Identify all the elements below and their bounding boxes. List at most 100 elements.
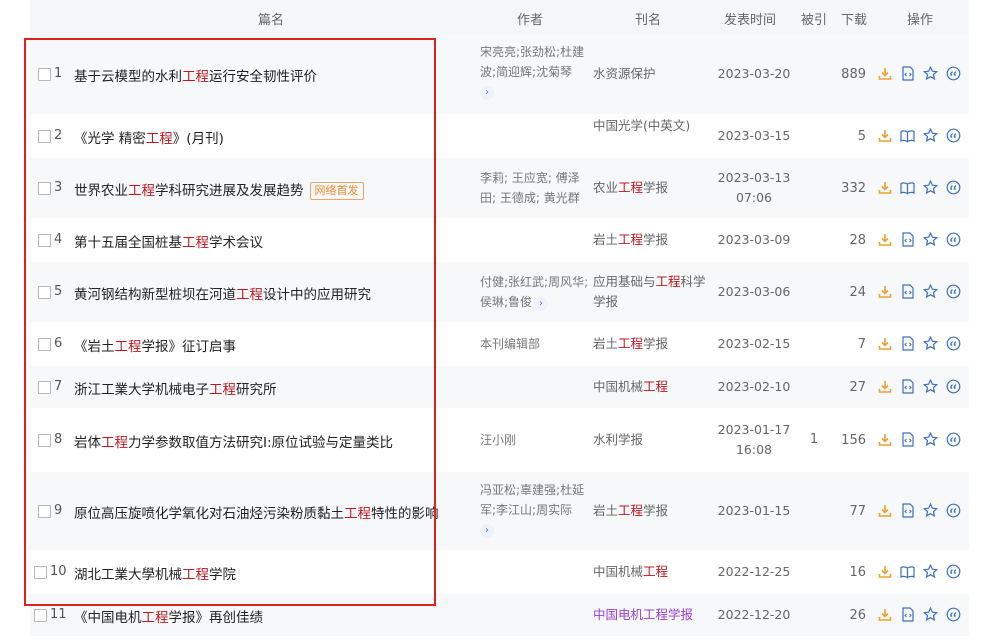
download-icon[interactable]	[876, 563, 893, 580]
html-read-icon[interactable]	[899, 231, 916, 248]
expand-authors-chevron-icon[interactable]: ›	[534, 297, 549, 311]
download-icon[interactable]	[876, 335, 893, 352]
download-icon[interactable]	[876, 65, 893, 82]
author-names[interactable]: 李莉; 王应宽; 傅泽田; 王德成; 黄光群	[480, 171, 580, 205]
cite-quote-icon[interactable]	[945, 431, 962, 448]
journal-link[interactable]: 岩土工程学报	[593, 501, 708, 521]
author-names[interactable]: 本刊编辑部	[480, 337, 540, 351]
html-read-icon[interactable]	[899, 502, 916, 519]
journal-link[interactable]: 中国机械工程	[593, 377, 708, 397]
expand-authors-chevron-icon[interactable]: ›	[480, 86, 494, 100]
table-header: 篇名 作者 刊名 发表时间 被引 下载 操作	[30, 0, 969, 34]
cite-quote-icon[interactable]	[945, 127, 962, 144]
publish-date: 2022-12-20	[716, 605, 792, 625]
article-title-link[interactable]: 《中国电机工程学报》再创佳绩	[74, 606, 263, 626]
favorite-star-icon[interactable]	[922, 65, 939, 82]
journal-link[interactable]: 水利学报	[593, 430, 708, 450]
favorite-star-icon[interactable]	[922, 231, 939, 248]
author-names[interactable]: 宋亮亮;张劲松;杜建波;简迎辉;沈菊琴	[480, 45, 584, 79]
cite-quote-icon[interactable]	[945, 563, 962, 580]
article-title-link[interactable]: 岩体工程力学参数取值方法研究Ⅰ:原位试验与定量类比	[74, 431, 393, 451]
cite-quote-icon[interactable]	[945, 502, 962, 519]
row-checkbox[interactable]	[38, 130, 51, 143]
publish-date: 2023-02-10	[716, 377, 792, 397]
cite-quote-icon[interactable]	[945, 606, 962, 623]
table-row: 11 《中国电机工程学报》再创佳绩 中国电机工程学报 2022-12-20 26	[30, 594, 969, 637]
row-checkbox[interactable]	[38, 381, 51, 394]
journal-link[interactable]: 中国机械工程	[593, 562, 708, 582]
publish-date: 2023-03-09	[716, 230, 792, 250]
article-title-link[interactable]: 第十五届全国桩基工程学术会议	[74, 231, 263, 251]
article-title-link[interactable]: 世界农业工程学科研究进展及发展趋势 网络首发	[74, 179, 364, 200]
read-online-book-icon[interactable]	[899, 179, 916, 196]
html-read-icon[interactable]	[899, 431, 916, 448]
journal-link[interactable]: 应用基础与工程科学学报	[593, 272, 708, 312]
read-online-book-icon[interactable]	[899, 563, 916, 580]
journal-link[interactable]: 水资源保护	[593, 64, 708, 84]
html-read-icon[interactable]	[899, 283, 916, 300]
cite-quote-icon[interactable]	[945, 179, 962, 196]
journal-link[interactable]: 中国光学(中英文)	[593, 116, 708, 136]
row-checkbox[interactable]	[38, 505, 51, 518]
html-read-icon[interactable]	[899, 378, 916, 395]
journal-text: 学报	[643, 232, 669, 247]
favorite-star-icon[interactable]	[922, 563, 939, 580]
header-downloads[interactable]: 下载	[841, 9, 867, 28]
favorite-star-icon[interactable]	[922, 179, 939, 196]
header-title[interactable]: 篇名	[258, 9, 284, 28]
journal-link[interactable]: 岩土工程学报	[593, 230, 708, 250]
article-title-link[interactable]: 基于云模型的水利工程运行安全韧性评价	[74, 65, 317, 85]
row-checkbox[interactable]	[38, 68, 51, 81]
favorite-star-icon[interactable]	[922, 283, 939, 300]
article-title-link[interactable]: 浙江工業大学机械电子工程研究所	[74, 378, 277, 398]
favorite-star-icon[interactable]	[922, 378, 939, 395]
journal-link[interactable]: 岩土工程学报	[593, 334, 708, 354]
article-title-link[interactable]: 《光学 精密工程》(月刊)	[74, 127, 224, 147]
journal-text: 学报	[668, 607, 694, 622]
favorite-star-icon[interactable]	[922, 431, 939, 448]
favorite-star-icon[interactable]	[922, 502, 939, 519]
cite-quote-icon[interactable]	[945, 231, 962, 248]
header-date[interactable]: 发表时间	[724, 9, 776, 28]
cited-count[interactable]: 1	[802, 432, 826, 447]
download-icon[interactable]	[876, 606, 893, 623]
row-checkbox[interactable]	[38, 234, 51, 247]
row-checkbox[interactable]	[38, 182, 51, 195]
author-names[interactable]: 冯亚松;辜建强;杜延军;李江山;周实际	[480, 483, 584, 517]
cite-quote-icon[interactable]	[945, 335, 962, 352]
article-title-link[interactable]: 原位高压旋喷化学氧化对石油烃污染粉质黏土工程特性的影响	[74, 502, 439, 522]
journal-text: 水资源保护	[593, 66, 656, 81]
row-checkbox[interactable]	[38, 338, 51, 351]
download-icon[interactable]	[876, 179, 893, 196]
favorite-star-icon[interactable]	[922, 606, 939, 623]
download-icon[interactable]	[876, 378, 893, 395]
row-checkbox[interactable]	[38, 434, 51, 447]
download-icon[interactable]	[876, 431, 893, 448]
article-title-link[interactable]: 《岩土工程学报》征订启事	[74, 335, 236, 355]
table-row: 9 原位高压旋喷化学氧化对石油烃污染粉质黏土工程特性的影响 冯亚松;辜建强;杜延军;…	[30, 472, 969, 551]
article-title-link[interactable]: 黄河钢结构新型桩坝在河道工程设计中的应用研究	[74, 283, 371, 303]
download-icon[interactable]	[876, 127, 893, 144]
publish-date-value: 2023-03-06	[717, 284, 791, 299]
cite-quote-icon[interactable]	[945, 65, 962, 82]
article-title-link[interactable]: 湖北工業大學机械工程学院	[74, 563, 236, 583]
expand-authors-chevron-icon[interactable]: ›	[480, 524, 494, 538]
html-read-icon[interactable]	[899, 606, 916, 623]
html-read-icon[interactable]	[899, 335, 916, 352]
read-online-book-icon[interactable]	[899, 127, 916, 144]
favorite-star-icon[interactable]	[922, 335, 939, 352]
row-checkbox[interactable]	[38, 286, 51, 299]
row-checkbox[interactable]	[34, 609, 47, 622]
author-names[interactable]: 汪小刚	[480, 433, 516, 447]
cite-quote-icon[interactable]	[945, 378, 962, 395]
html-read-icon[interactable]	[899, 65, 916, 82]
journal-link[interactable]: 农业工程学报	[593, 178, 708, 198]
download-icon[interactable]	[876, 502, 893, 519]
cite-quote-icon[interactable]	[945, 283, 962, 300]
row-checkbox[interactable]	[34, 566, 47, 579]
download-icon[interactable]	[876, 283, 893, 300]
header-cited[interactable]: 被引	[801, 9, 827, 28]
journal-link[interactable]: 中国电机工程学报	[593, 605, 708, 625]
favorite-star-icon[interactable]	[922, 127, 939, 144]
download-icon[interactable]	[876, 231, 893, 248]
